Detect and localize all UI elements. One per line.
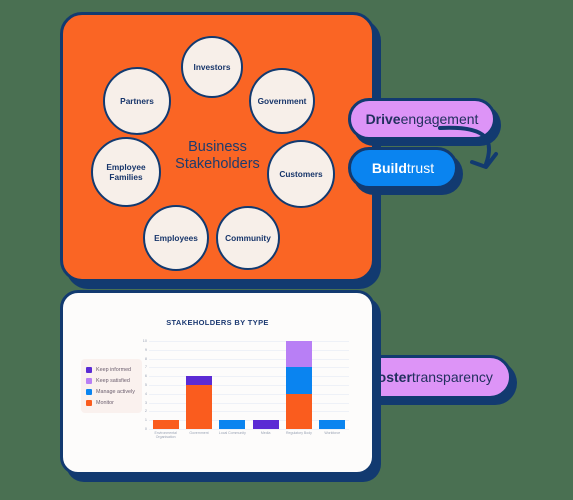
stakeholder-bubble-label: Employees [154,233,198,243]
stakeholder-bubble-community[interactable]: Community [216,206,280,270]
chart-y-tick: 6 [144,374,147,379]
chart-legend-swatch [86,399,92,406]
chart-x-label: Media [260,431,271,435]
chart-y-tick: 8 [144,356,147,361]
chart-legend-swatch [86,388,92,395]
chart-legend-label: Keep satisfied [96,377,130,384]
build-trust-lead: Build [371,160,407,176]
chart-legend-label: Manage actively [96,388,135,395]
chart-y-tick: 0 [144,427,147,431]
chart-bar-stack [152,420,179,429]
stakeholder-bubble-investors[interactable]: Investors [181,36,243,98]
chart-bar-column [249,341,282,429]
drive-engagement-lead: Drive [365,111,401,127]
chart-y-tick: 2 [144,409,147,414]
chart-bar-column [149,341,182,429]
chart-bar-column [316,341,349,429]
chart-legend-item[interactable]: Keep satisfied [86,375,135,386]
chart-gridline [149,429,349,430]
chart-y-axis: 0 1 2 3 4 5 6 7 8 9 10 [138,339,149,431]
chart-legend-item[interactable]: Keep informed [86,364,135,375]
chart-y-tick: 4 [144,391,147,396]
foster-transparency-rest: transparency [411,369,493,385]
chart-bar-column [282,341,315,429]
chart-y-tick: 1 [144,418,147,423]
chart-legend-label: Monitor [96,399,114,406]
chart-y-tick: 5 [144,383,147,387]
chart-bar-segment[interactable] [185,385,212,429]
chart-legend: Keep informed Keep satisfied Manage active… [81,359,142,413]
chart-y-tick: 9 [144,347,147,352]
chart-bar-stack [285,341,312,429]
chart-y-tick: 7 [144,365,147,370]
stakeholder-bubble-partners[interactable]: Partners [103,67,171,135]
stakeholder-bubble-label: Customers [279,169,323,179]
chart-x-label: Local Community [218,431,246,435]
chart-legend-swatch [86,377,92,384]
chart-bar-segment[interactable] [185,376,212,385]
chart-x-label: Government [189,431,209,435]
foster-transparency-lead: Foster [369,369,412,385]
chart-title: STAKEHOLDERS BY TYPE [166,318,269,327]
stakeholder-bubble-employee-families[interactable]: Employee Families [91,137,161,207]
stakeholder-bubble-label: Investors [193,62,231,72]
chart-bar-segment[interactable] [319,420,346,429]
chart-legend-swatch [86,366,92,373]
chart-bar-stack [319,420,346,429]
curved-arrow-icon [438,125,498,169]
chart-legend-item[interactable]: Manage actively [86,386,135,397]
stakeholder-bubble-label: Government [257,96,307,106]
chart-bar-stack [252,420,279,429]
chart-bar-segment[interactable] [252,420,279,429]
chart-x-axis-labels: Environmental Organisation Government Loca… [149,431,349,440]
chart-y-tick: 3 [144,400,147,405]
chart-x-label: Regulatory Body [286,431,312,435]
stakeholder-bubble-employees[interactable]: Employees [143,205,209,271]
stakeholder-bubble-customers[interactable]: Customers [267,140,335,208]
infographic-stage: Business Stakeholders Investors Governmen… [0,0,573,500]
stakeholder-bubble-government[interactable]: Government [249,68,315,134]
chart-bar-stack [185,376,212,429]
chart-x-label: Workforce [324,431,341,435]
chart-bar-segment[interactable] [285,341,312,368]
stakeholders-chart-card: STAKEHOLDERS BY TYPE Keep informed Keep s… [60,290,375,475]
stakeholder-bubble-label: Partners [120,96,154,106]
chart-legend-item[interactable]: Monitor [86,397,135,408]
chart-bar-segment[interactable] [285,367,312,394]
chart-bar-column [182,341,215,429]
chart-bars [149,341,349,429]
chart-y-tick: 10 [142,339,147,343]
chart-bar-segment[interactable] [285,393,312,429]
stakeholder-bubble-label: Employee Families [106,162,146,182]
chart-bar-segment[interactable] [219,420,246,429]
chart-bar-column [216,341,249,429]
chart-bar-segment[interactable] [152,420,179,429]
stakeholder-bubble-label: Community [225,233,271,243]
chart-legend-label: Keep informed [96,366,132,373]
chart-x-label: Environmental Organisation [154,431,177,440]
chart-bar-stack [219,420,246,429]
chart-plot-area: 0 1 2 3 4 5 6 7 8 9 10 Environmental Organisation G… [143,339,349,441]
build-trust-rest: trust [406,160,435,176]
business-stakeholders-panel: Business Stakeholders Investors Governmen… [60,12,375,282]
